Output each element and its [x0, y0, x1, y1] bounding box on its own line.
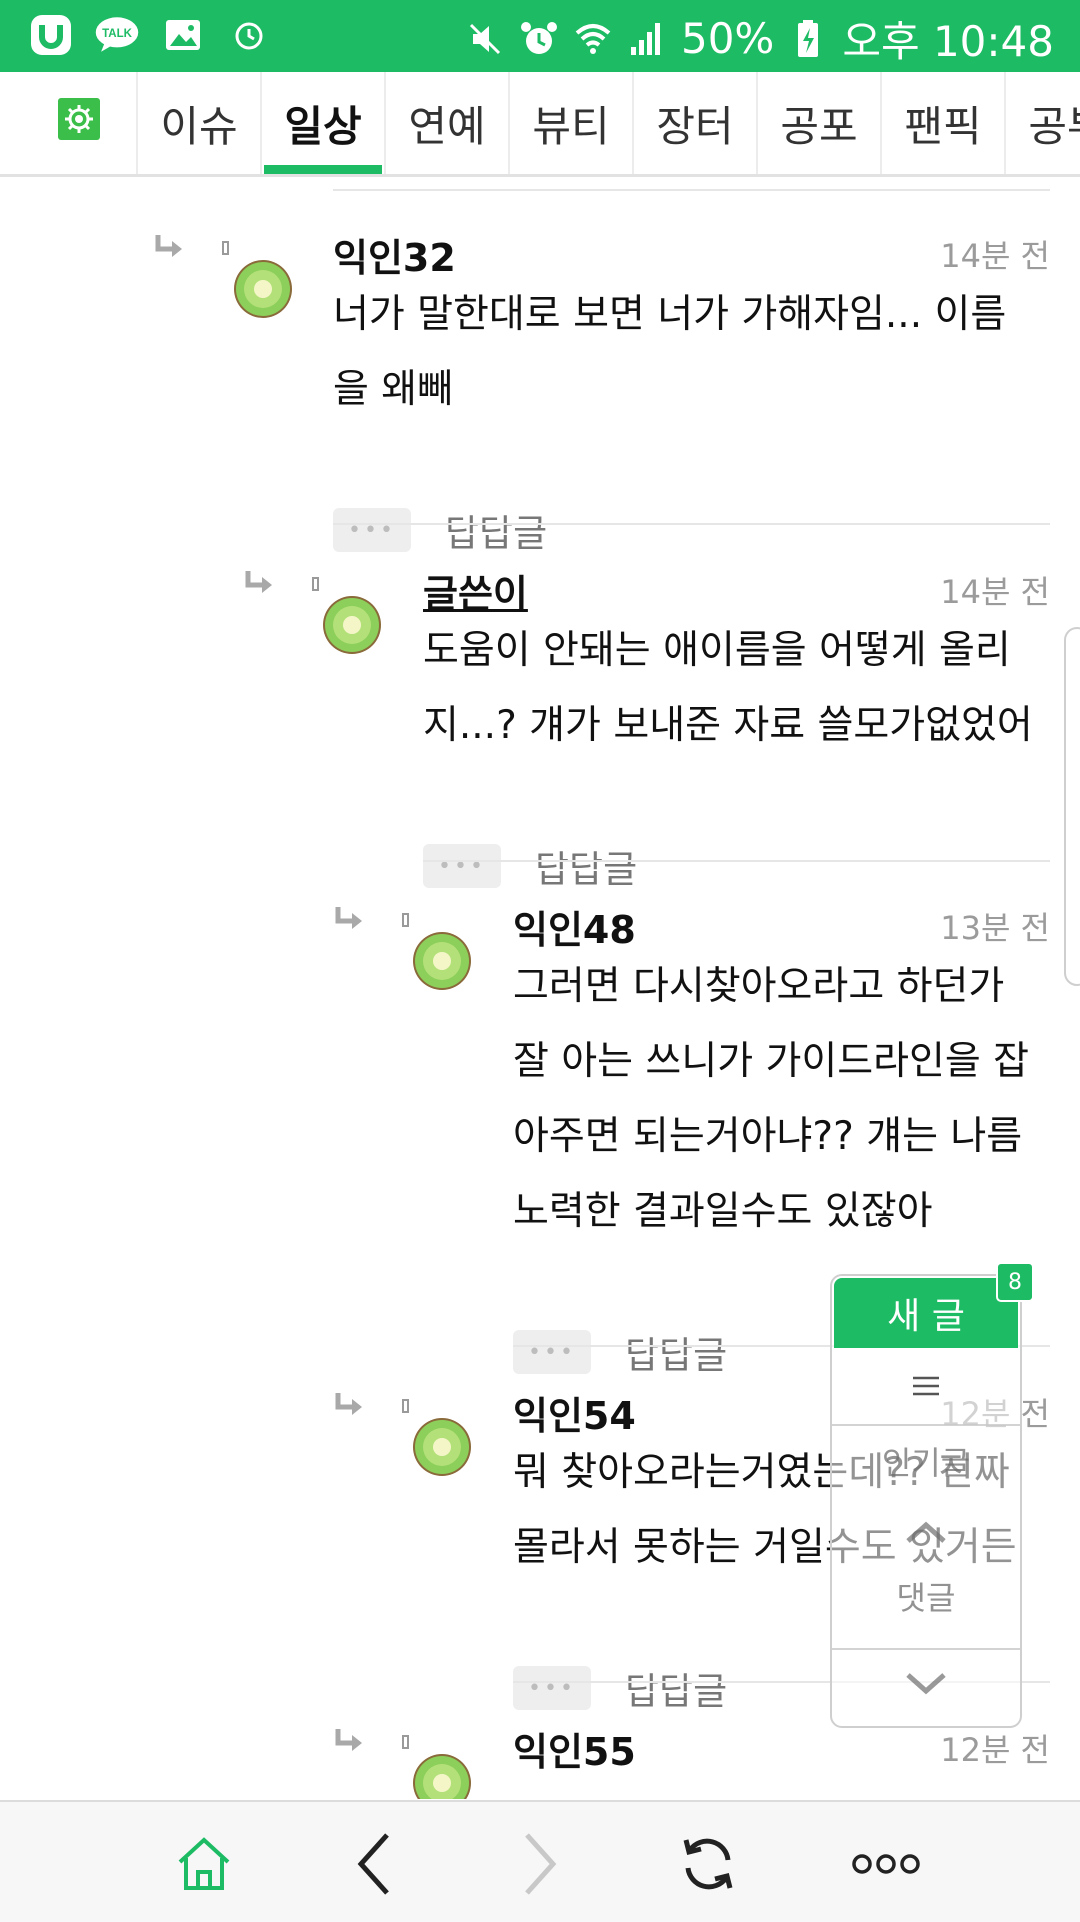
comment-text: 그러면 다시찾아오라고 하던가 잘 아는 쓰니가 가이드라인을 잡 아주면 되는…	[513, 964, 1030, 1234]
tab-study[interactable]: 공부	[1004, 72, 1080, 174]
more-icon[interactable]	[836, 1824, 936, 1904]
home-icon[interactable]	[164, 1824, 244, 1904]
reply-button[interactable]: 답답글	[445, 503, 547, 557]
reply-button[interactable]: 답답글	[535, 839, 637, 893]
battery-percent: 50%	[680, 14, 775, 63]
new-post-count-badge: 8	[996, 1262, 1034, 1302]
more-options-button[interactable]: •••	[333, 508, 411, 552]
comment-author[interactable]: 익인54	[513, 1385, 636, 1440]
tab-horror[interactable]: 공포	[756, 72, 880, 174]
comment-time: 12분 전	[940, 1731, 1050, 1769]
comment-text: 도움이 안돼는 애이름을 어떻게 올리 지...? 걔가 보내준 자료 쓸모가없…	[423, 628, 1033, 748]
reply-button[interactable]: 답답글	[625, 1661, 727, 1715]
clock: 오후 10:48	[842, 17, 1054, 66]
comment-time: 14분 전	[940, 237, 1050, 275]
comment-author-op[interactable]: 글쓴이	[423, 563, 528, 618]
collapse-marker-icon	[402, 913, 409, 927]
kiwi-avatar-icon	[413, 1754, 471, 1799]
reply-arrow-icon	[245, 571, 272, 593]
divider	[333, 523, 1050, 525]
app-u-icon	[28, 12, 74, 58]
comment-author[interactable]: 익인32	[333, 227, 456, 282]
kiwi-avatar-icon	[234, 260, 292, 318]
kiwi-avatar-icon	[413, 1418, 471, 1476]
more-options-button[interactable]: •••	[423, 844, 501, 888]
divider	[423, 860, 1050, 862]
collapse-marker-icon	[312, 577, 319, 591]
collapse-marker-icon	[222, 241, 229, 255]
wifi-icon	[573, 19, 613, 59]
forward-icon[interactable]	[500, 1824, 580, 1904]
collapse-marker-icon	[402, 1399, 409, 1413]
comment-time: 14분 전	[940, 573, 1050, 611]
more-options-button[interactable]: •••	[513, 1666, 591, 1710]
divider	[333, 189, 1050, 191]
alarm-icon	[226, 12, 272, 58]
comment-author[interactable]: 익인48	[513, 899, 636, 954]
kiwi-avatar-icon	[413, 932, 471, 990]
comments-button[interactable]: 댓글	[832, 1566, 1020, 1626]
signal-icon	[627, 19, 667, 59]
browser-bottom-bar	[0, 1800, 1080, 1922]
scrollbar-handle[interactable]	[1064, 627, 1080, 986]
collapse-marker-icon	[402, 1735, 409, 1749]
mute-icon	[465, 19, 505, 59]
tab-issue[interactable]: 이슈	[136, 72, 260, 174]
settings-gear-icon[interactable]	[58, 98, 100, 140]
kakao-talk-icon: TALK	[94, 12, 140, 58]
comment-author[interactable]: 익인55	[513, 1721, 636, 1776]
reply-arrow-icon	[335, 907, 362, 929]
reply-button[interactable]: 답답글	[625, 1325, 727, 1379]
battery-charging-icon	[788, 19, 828, 59]
scroll-down-icon[interactable]	[832, 1654, 1020, 1714]
reply-arrow-icon	[335, 1729, 362, 1751]
kiwi-avatar-icon	[323, 596, 381, 654]
reply-arrow-icon	[335, 1393, 362, 1415]
floating-nav-panel: 새 글 8 인기글 댓글	[830, 1262, 1034, 1728]
tab-entertainment[interactable]: 연예	[384, 72, 508, 174]
scroll-up-icon[interactable]	[832, 1504, 1020, 1560]
reply-arrow-icon	[155, 235, 182, 257]
tab-fanfic[interactable]: 팬픽	[880, 72, 1004, 174]
tab-market[interactable]: 장터	[632, 72, 756, 174]
back-icon[interactable]	[334, 1824, 414, 1904]
popular-posts-button[interactable]: 인기글	[832, 1426, 1020, 1496]
gallery-icon	[160, 12, 206, 58]
comment-text: 너가 말한대로 보면 너가 가해자임... 이름 을 왜빼	[333, 292, 1007, 412]
new-post-button[interactable]: 새 글	[834, 1278, 1018, 1348]
svg-text:TALK: TALK	[102, 28, 133, 40]
category-tab-bar: 이슈 일상 연예 뷰티 장터 공포 팬픽 공부	[0, 72, 1080, 177]
tab-beauty[interactable]: 뷰티	[508, 72, 632, 174]
alarm-clock-icon	[519, 19, 559, 59]
status-bar: TALK 50% 오후 10:48	[0, 0, 1080, 72]
comment-time: 13분 전	[940, 909, 1050, 947]
tab-daily[interactable]: 일상	[260, 72, 384, 174]
menu-icon[interactable]	[832, 1356, 1020, 1416]
more-options-button[interactable]: •••	[513, 1330, 591, 1374]
refresh-icon[interactable]	[668, 1824, 748, 1904]
